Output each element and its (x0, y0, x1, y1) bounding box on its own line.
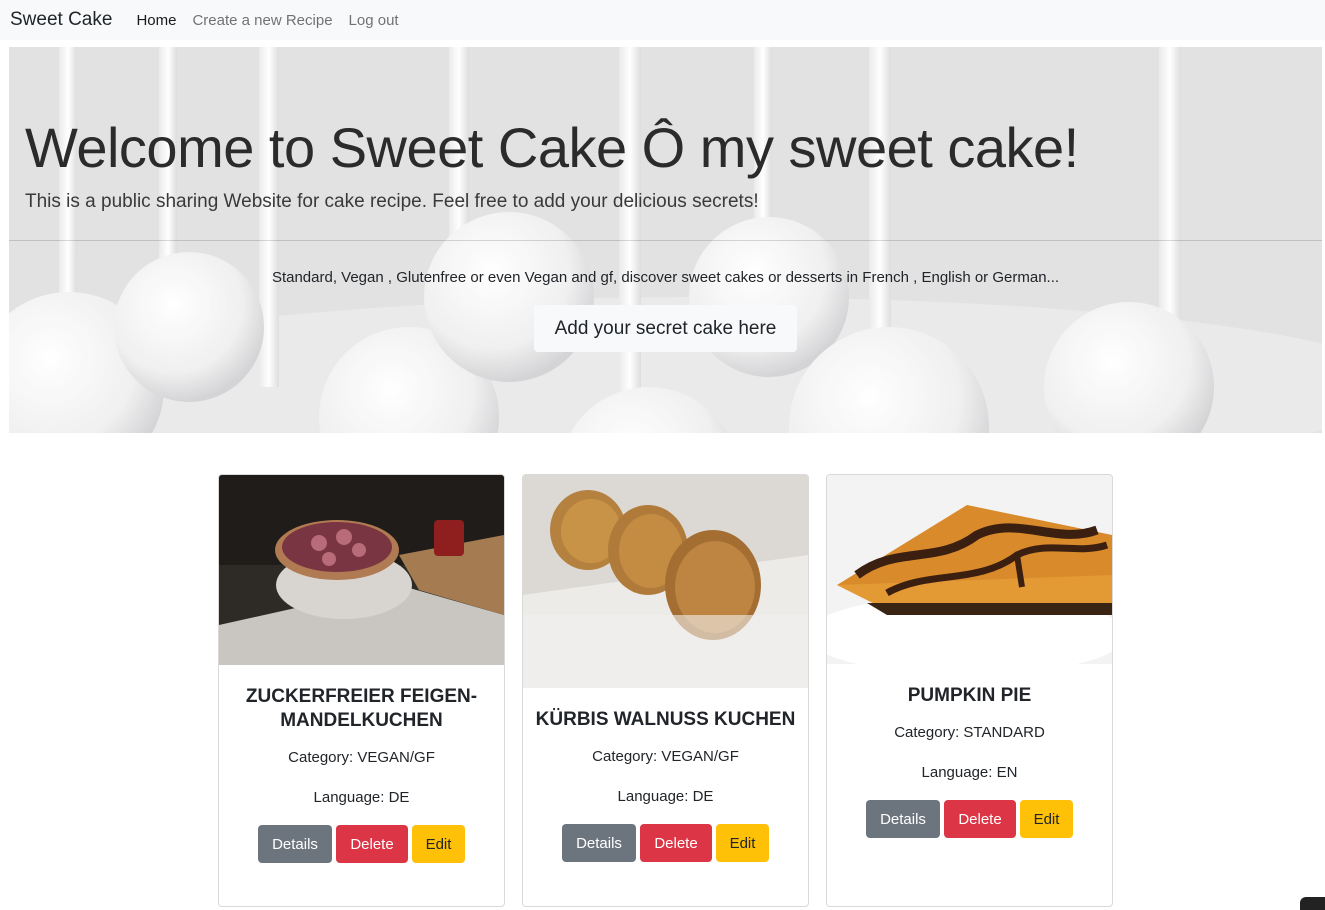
recipe-card: Zuckerfreier Feigen-Mandelkuchen Categor… (218, 474, 505, 907)
recipe-category: Category: VEGAN/GF (288, 749, 435, 766)
nav-logout[interactable]: Log out (349, 12, 399, 29)
recipe-card: Pumpkin Pie Category: STANDARD Language:… (826, 474, 1113, 907)
nav-create-recipe[interactable]: Create a new Recipe (192, 12, 332, 29)
recipe-image-pumpkin-pie (827, 475, 1112, 664)
recipe-image-fig-cake (219, 475, 504, 665)
recipe-category: Category: STANDARD (894, 724, 1045, 741)
edit-button[interactable]: Edit (412, 825, 465, 863)
details-button[interactable]: Details (866, 800, 940, 838)
top-navbar: Sweet Cake Home Create a new Recipe Log … (0, 0, 1325, 40)
hero-divider (9, 240, 1322, 241)
recipe-image-pumpkin-walnut-cake (523, 475, 808, 688)
nav-home[interactable]: Home (136, 12, 176, 29)
hero-lead-text: This is a public sharing Website for cak… (25, 191, 759, 212)
recipe-language: Language: DE (617, 788, 714, 805)
hero-title: Welcome to Sweet Cake Ô my sweet cake! (25, 116, 1079, 179)
chat-widget-icon[interactable] (1300, 897, 1325, 910)
details-button[interactable]: Details (258, 825, 332, 863)
brand-link[interactable]: Sweet Cake (10, 9, 112, 31)
card-actions: Details Delete Edit (533, 824, 798, 862)
recipe-language: Language: DE (313, 789, 410, 806)
edit-button[interactable]: Edit (716, 824, 769, 862)
recipe-card: Kürbis Walnuss Kuchen Category: VEGAN/GF… (522, 474, 809, 907)
recipe-title: Zuckerfreier Feigen-Mandelkuchen (245, 686, 478, 731)
delete-button[interactable]: Delete (336, 825, 408, 863)
card-actions: Details Delete Edit (229, 825, 494, 863)
recipe-title: Kürbis Walnuss Kuchen (535, 709, 796, 730)
delete-button[interactable]: Delete (640, 824, 712, 862)
recipe-language: Language: EN (921, 764, 1018, 781)
edit-button[interactable]: Edit (1020, 800, 1073, 838)
hero-description: Standard, Vegan , Glutenfree or even Veg… (271, 269, 1060, 286)
hero-jumbotron: Welcome to Sweet Cake Ô my sweet cake! T… (9, 47, 1322, 433)
details-button[interactable]: Details (562, 824, 636, 862)
delete-button[interactable]: Delete (944, 800, 1016, 838)
recipe-category: Category: VEGAN/GF (592, 748, 739, 765)
recipe-title: Pumpkin Pie (907, 685, 1032, 706)
add-secret-cake-button[interactable]: Add your secret cake here (534, 305, 797, 352)
card-actions: Details Delete Edit (837, 800, 1102, 838)
